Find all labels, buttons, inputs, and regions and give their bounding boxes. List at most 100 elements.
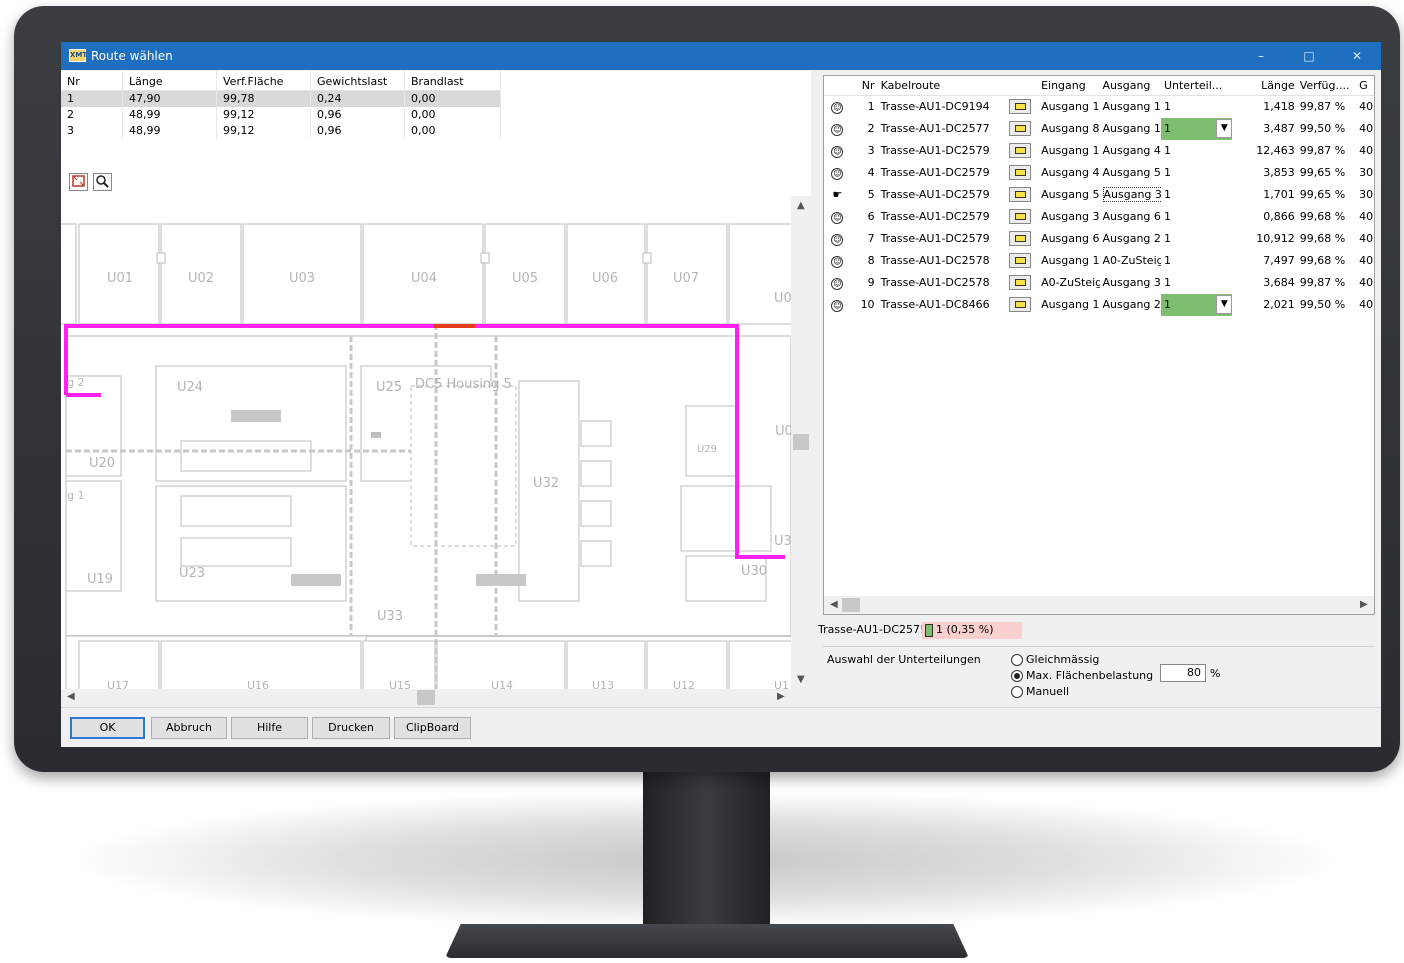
edit-route-button[interactable] bbox=[1009, 165, 1032, 180]
map-viewport[interactable]: U01 U02 U03 U04 U05 U06 U07 U0 U24 U25 D… bbox=[61, 196, 811, 706]
grid-horizontal-scrollbar[interactable]: ◀ ▶ bbox=[824, 596, 1374, 614]
cell-unterteilung[interactable]: 1 bbox=[1161, 272, 1232, 294]
table-row[interactable]: ☺ 2 Trasse-AU1-DC2577 Ausgang 8 Ausgang … bbox=[824, 118, 1374, 140]
scroll-thumb[interactable] bbox=[417, 690, 435, 705]
scroll-down-icon[interactable]: ▼ bbox=[797, 674, 805, 685]
edit-route-button[interactable] bbox=[1009, 209, 1032, 224]
edit-route-button[interactable] bbox=[1009, 121, 1032, 136]
room-label: U25 bbox=[376, 380, 403, 395]
cell: 0,00 bbox=[405, 107, 501, 123]
floor-plan[interactable]: U01 U02 U03 U04 U05 U06 U07 U0 U24 U25 D… bbox=[61, 196, 791, 689]
radio-manuell[interactable]: Manuell bbox=[1011, 685, 1069, 698]
table-row[interactable]: ☺ 9 Trasse-AU1-DC2578 A0-ZuSteigC Ausgan… bbox=[824, 272, 1374, 294]
button-bar: OK Abbruch Hilfe Drucken ClipBoard bbox=[61, 707, 1381, 747]
cell-ausgang[interactable]: Ausgang 3 bbox=[1102, 187, 1161, 202]
left-pane: Nr Länge Verf.Fläche Gewichtslast Brandl… bbox=[61, 71, 811, 706]
col-verf-flaeche[interactable]: Verf.Fläche bbox=[217, 71, 311, 90]
col-g[interactable]: G bbox=[1356, 76, 1374, 95]
edit-route-button[interactable] bbox=[1009, 231, 1032, 246]
room-label: U07 bbox=[673, 271, 700, 286]
scroll-up-icon[interactable]: ▲ bbox=[797, 200, 805, 211]
col-nr[interactable]: Nr bbox=[848, 76, 878, 95]
smiley-icon: ☺ bbox=[831, 300, 844, 312]
table-row[interactable]: 2 48,99 99,12 0,96 0,00 bbox=[61, 107, 501, 123]
minimize-button[interactable]: – bbox=[1249, 47, 1273, 65]
col-ausgang[interactable]: Ausgang bbox=[1100, 76, 1161, 95]
zoom-extents-button[interactable] bbox=[69, 173, 88, 191]
map-vertical-scrollbar[interactable]: ▲ ▼ bbox=[791, 196, 811, 689]
table-row[interactable]: ☺ 6 Trasse-AU1-DC2579 Ausgang 3 Ausgang … bbox=[824, 206, 1374, 228]
table-row[interactable]: ☺ 1 Trasse-AU1-DC9194 Ausgang 1 Ausgang … bbox=[824, 96, 1374, 118]
cell-unterteilung[interactable]: 1 bbox=[1161, 228, 1232, 250]
col-eingang[interactable]: Eingang bbox=[1038, 76, 1099, 95]
percent-input[interactable]: 80 bbox=[1160, 664, 1206, 682]
cell-eingang: Ausgang 1 bbox=[1041, 144, 1100, 157]
edit-route-button[interactable] bbox=[1009, 187, 1032, 202]
radio-circle[interactable] bbox=[1011, 669, 1023, 682]
col-unterteilung[interactable]: Unterteil... bbox=[1161, 76, 1232, 95]
table-row[interactable]: ☺ 7 Trasse-AU1-DC2579 Ausgang 6 Ausgang … bbox=[824, 228, 1374, 250]
edit-route-button[interactable] bbox=[1009, 99, 1032, 114]
edit-route-button[interactable] bbox=[1009, 143, 1032, 158]
cell: 2 bbox=[61, 107, 123, 123]
col-icon bbox=[824, 76, 848, 95]
zoom-button[interactable] bbox=[93, 173, 112, 191]
radio-circle[interactable] bbox=[1011, 653, 1023, 666]
cancel-button[interactable]: Abbruch bbox=[151, 717, 227, 739]
unterteilung-dropdown[interactable]: 1 ▼ bbox=[1160, 118, 1233, 140]
radio-label: Manuell bbox=[1026, 685, 1070, 698]
radio-gleichmaessig[interactable]: Gleichmässig bbox=[1011, 653, 1099, 666]
cell-unterteilung[interactable]: 1 bbox=[1161, 250, 1232, 272]
cell-route: Trasse-AU1-DC2579 bbox=[880, 210, 990, 223]
scroll-right-icon[interactable]: ▶ bbox=[1360, 599, 1368, 610]
col-brandlast[interactable]: Brandlast bbox=[405, 71, 501, 90]
cell-route: Trasse-AU1-DC2578 bbox=[880, 254, 990, 267]
scroll-left-icon[interactable]: ◀ bbox=[67, 691, 75, 702]
chevron-down-icon[interactable]: ▼ bbox=[1216, 119, 1233, 138]
col-laenge[interactable]: Länge bbox=[1232, 76, 1296, 95]
table-row[interactable]: 3 48,99 99,12 0,96 0,00 bbox=[61, 123, 501, 139]
radio-label: Max. Flächenbelastung bbox=[1026, 669, 1154, 682]
edit-route-button[interactable] bbox=[1009, 275, 1032, 290]
radio-circle[interactable] bbox=[1011, 685, 1023, 698]
col-laenge[interactable]: Länge bbox=[123, 71, 217, 90]
radio-max-flaechenbelastung[interactable]: Max. Flächenbelastung bbox=[1011, 669, 1153, 682]
table-row[interactable]: ☺ 10 Trasse-AU1-DC8466 Ausgang 1 Ausgang… bbox=[824, 294, 1374, 316]
scroll-right-icon[interactable]: ▶ bbox=[777, 691, 785, 702]
print-button[interactable]: Drucken bbox=[312, 717, 390, 739]
cell-unterteilung[interactable]: 1 bbox=[1161, 206, 1232, 228]
cell-g: 40 bbox=[1359, 254, 1374, 267]
col-kabelroute[interactable]: Kabelroute bbox=[878, 76, 1007, 95]
edit-route-button[interactable] bbox=[1009, 253, 1032, 268]
room-label: g 2 bbox=[67, 376, 85, 389]
cell-unterteilung[interactable]: 1 bbox=[1161, 140, 1232, 162]
cell-laenge: 12,463 bbox=[1256, 144, 1295, 157]
table-row[interactable]: 1 47,90 99,78 0,24 0,00 bbox=[61, 91, 501, 107]
close-button[interactable]: ✕ bbox=[1345, 47, 1369, 65]
table-row[interactable]: ☺ 4 Trasse-AU1-DC2579 Ausgang 4 Ausgang … bbox=[824, 162, 1374, 184]
scroll-thumb[interactable] bbox=[842, 598, 860, 612]
cell-g: 40 bbox=[1359, 232, 1374, 245]
table-row[interactable]: ☺ 3 Trasse-AU1-DC2579 Ausgang 1 Ausgang … bbox=[824, 140, 1374, 162]
help-button[interactable]: Hilfe bbox=[231, 717, 308, 739]
table-row[interactable]: ☺ 8 Trasse-AU1-DC2578 Ausgang 1 A0-ZuSte… bbox=[824, 250, 1374, 272]
radio-label: Gleichmässig bbox=[1026, 653, 1100, 666]
clipboard-button[interactable]: ClipBoard bbox=[394, 717, 471, 739]
chevron-down-icon[interactable]: ▼ bbox=[1216, 295, 1233, 314]
scroll-thumb[interactable] bbox=[793, 434, 809, 450]
col-gewichtslast[interactable]: Gewichtslast bbox=[311, 71, 405, 90]
edit-route-button[interactable] bbox=[1009, 297, 1032, 312]
map-horizontal-scrollbar[interactable]: ◀ ▶ bbox=[61, 689, 791, 706]
table-row[interactable]: ☛ 5 Trasse-AU1-DC2579 Ausgang 5 Ausgang … bbox=[824, 184, 1374, 206]
cell-laenge: 10,912 bbox=[1256, 232, 1295, 245]
cell-g: 40 bbox=[1359, 298, 1374, 311]
cell-unterteilung[interactable]: 1 bbox=[1161, 96, 1232, 118]
maximize-button[interactable]: □ bbox=[1297, 47, 1321, 65]
ok-button[interactable]: OK bbox=[70, 717, 145, 739]
scroll-left-icon[interactable]: ◀ bbox=[830, 599, 838, 610]
cell-unterteilung[interactable]: 1 bbox=[1161, 184, 1232, 206]
col-nr[interactable]: Nr bbox=[61, 71, 123, 90]
col-verfuegbar[interactable]: Verfüg.... bbox=[1297, 76, 1356, 95]
cell-unterteilung[interactable]: 1 bbox=[1161, 162, 1232, 184]
unterteilung-dropdown[interactable]: 1 ▼ bbox=[1160, 294, 1233, 316]
